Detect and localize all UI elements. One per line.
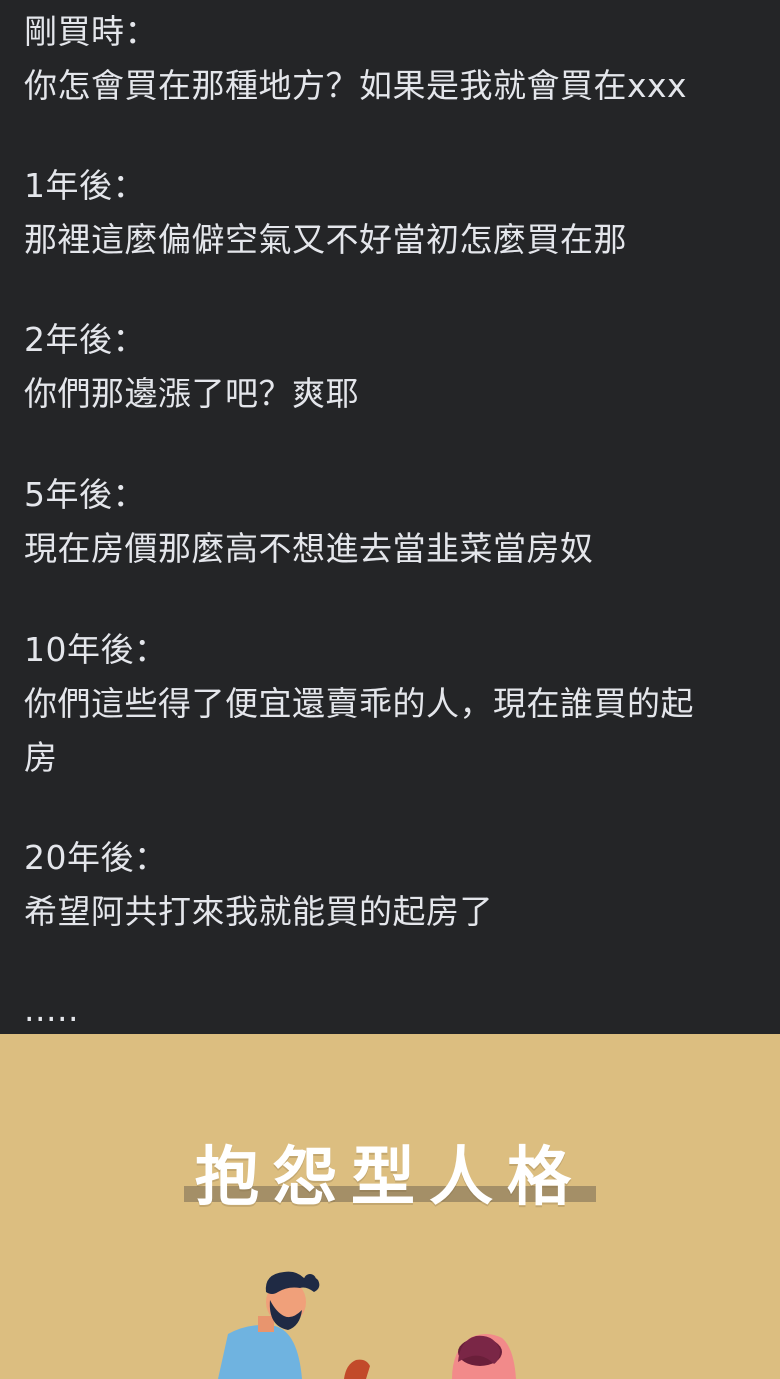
post-line-year-10-quote: 你們這些得了便宜還賣乖的人，現在誰買的起	[24, 684, 694, 723]
post-line-year-1-quote: 那裡這麼偏僻空氣又不好當初怎麼買在那	[24, 220, 627, 259]
post-line-bought-quote: 你怎會買在那種地方？如果是我就會買在xxx	[24, 66, 688, 105]
people-illustration	[218, 1271, 516, 1379]
post-text: 剛買時： 你怎會買在那種地方？如果是我就會買在xxx 1年後： 那裡這麼偏僻空氣…	[0, 0, 780, 1034]
man-figure	[218, 1271, 320, 1379]
post-line-year-2: 2年後：	[24, 320, 146, 359]
post-line-ellipsis: .....	[24, 990, 79, 1029]
attached-image[interactable]: 抱怨型人格	[0, 1034, 780, 1379]
post-line-year-10-quote-cont: 房	[24, 738, 58, 777]
post-line-year-5: 5年後：	[24, 475, 146, 514]
hand-shape	[344, 1359, 370, 1379]
post-line-year-1: 1年後：	[24, 166, 146, 205]
post-line-year-2-quote: 你們那邊漲了吧？爽耶	[24, 374, 359, 413]
post-line-year-10: 10年後：	[24, 630, 168, 669]
post-line-year-20: 20年後：	[24, 838, 168, 877]
post-line-bought: 剛買時：	[24, 12, 158, 51]
woman-figure	[452, 1334, 516, 1379]
post-line-year-20-quote: 希望阿共打來我就能買的起房了	[24, 892, 493, 931]
post-line-year-5-quote: 現在房價那麼高不想進去當韭菜當房奴	[24, 529, 594, 568]
